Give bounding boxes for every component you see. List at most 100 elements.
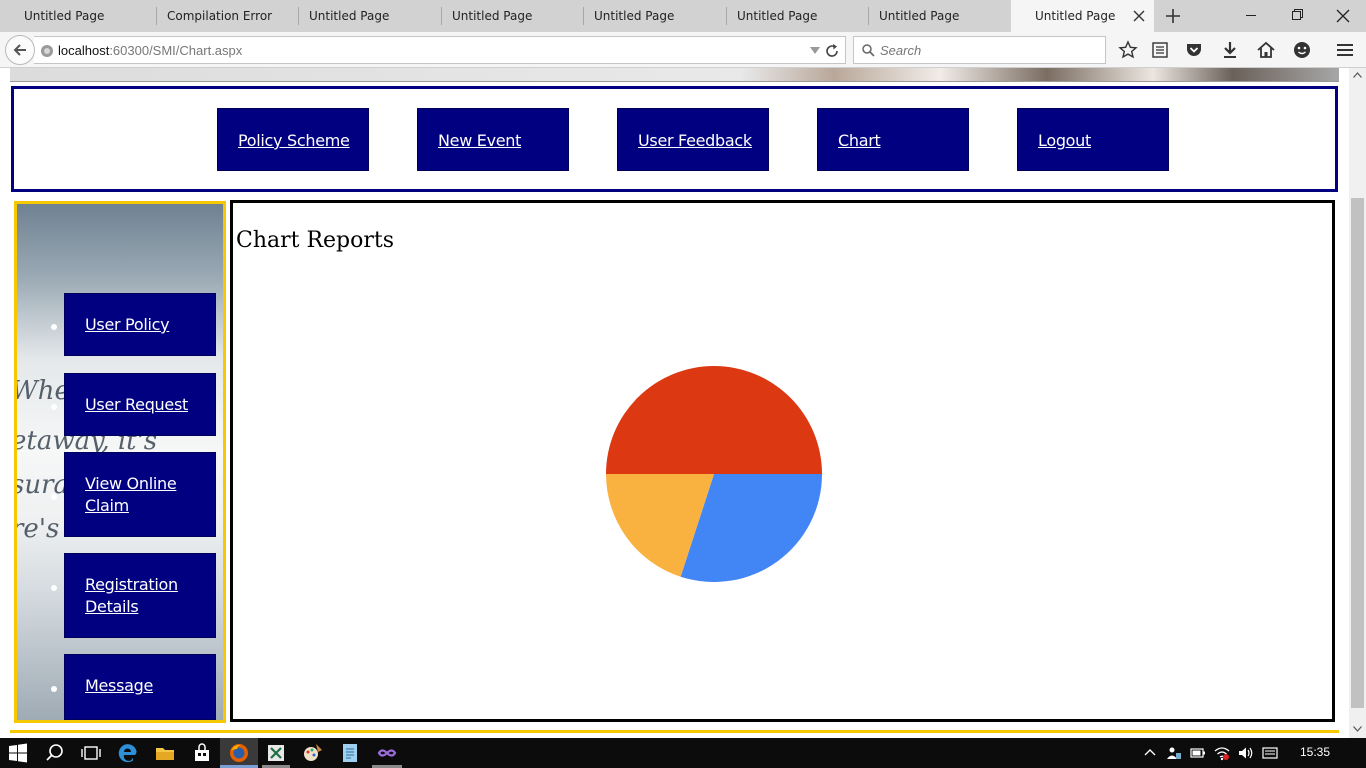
battery-icon[interactable] — [1190, 745, 1206, 761]
address-bar[interactable]: localhost:60300/SMI/Chart.aspx — [34, 36, 846, 64]
scroll-down-icon[interactable] — [1353, 726, 1362, 732]
sidebar-link[interactable]: Message — [85, 675, 153, 697]
tab-title: Untitled Page — [309, 9, 390, 23]
nav-policy-scheme-button[interactable]: Policy Scheme — [217, 108, 369, 171]
browser-tab[interactable]: Untitled Page — [855, 0, 998, 32]
tab-title: Untitled Page — [1035, 9, 1116, 23]
browser-tab-active[interactable]: Untitled Page — [1011, 0, 1154, 32]
browser-tab[interactable]: Untitled Page — [713, 0, 856, 32]
browser-tab[interactable]: Untitled Page — [0, 0, 143, 32]
nav-link[interactable]: Chart — [838, 131, 881, 150]
sidebar-user-request-button[interactable]: User Request — [64, 373, 216, 436]
sidebar-user-policy-button[interactable]: User Policy — [64, 293, 216, 356]
search-icon[interactable] — [44, 742, 66, 764]
edge-browser-icon[interactable] — [117, 742, 139, 764]
sidebar-background-decoration: sura — [14, 470, 70, 500]
tab-title: Untitled Page — [452, 9, 533, 23]
browser-toolbar: localhost:60300/SMI/Chart.aspx Search — [0, 32, 1366, 68]
excel-app-icon[interactable] — [265, 742, 287, 764]
paint-icon[interactable] — [302, 742, 324, 764]
arrow-left-icon — [13, 44, 26, 56]
header-banner-image — [10, 68, 1339, 82]
nav-link[interactable]: User Feedback — [638, 131, 752, 150]
scroll-up-icon[interactable] — [1353, 72, 1362, 78]
sidebar-background-decoration: Whe — [14, 376, 70, 406]
volume-icon[interactable] — [1238, 745, 1254, 761]
taskbar-clock[interactable]: 15:35 — [1300, 745, 1330, 759]
reading-list-icon[interactable] — [1150, 40, 1170, 60]
new-tab-icon[interactable] — [1160, 4, 1186, 28]
sidebar-link[interactable]: User Request — [85, 394, 188, 416]
home-icon[interactable] — [1256, 40, 1276, 60]
tab-title: Untitled Page — [24, 9, 105, 23]
url-host: localhost — [58, 43, 110, 58]
sidebar-registration-details-button[interactable]: Registration Details — [64, 553, 216, 638]
nav-user-feedback-button[interactable]: User Feedback — [617, 108, 769, 171]
nav-link[interactable]: Logout — [1038, 131, 1091, 150]
windows-start-icon[interactable] — [7, 742, 29, 764]
pie-chart — [604, 364, 824, 584]
nav-link[interactable]: Policy Scheme — [238, 131, 350, 150]
sidebar-link[interactable]: User Policy — [85, 314, 170, 336]
browser-tab[interactable]: Untitled Page — [285, 0, 428, 32]
list-bullet — [51, 324, 57, 330]
task-view-icon[interactable] — [80, 742, 102, 764]
download-icon[interactable] — [1220, 40, 1240, 60]
nav-link[interactable]: New Event — [438, 131, 521, 150]
globe-icon[interactable] — [40, 44, 54, 58]
list-bullet — [51, 686, 57, 692]
wifi-icon[interactable] — [1214, 745, 1230, 761]
pocket-icon[interactable] — [1184, 40, 1204, 60]
url-path: :60300/SMI/Chart.aspx — [109, 43, 243, 58]
pie-chart-svg — [606, 366, 822, 582]
notepad-icon[interactable] — [339, 742, 361, 764]
list-bullet — [51, 585, 57, 591]
browser-tab[interactable]: Compilation Error — [143, 0, 286, 32]
back-button[interactable] — [5, 35, 35, 65]
keyboard-icon[interactable] — [1262, 745, 1278, 761]
content-panel: Chart Reports — [230, 200, 1335, 722]
firefox-icon[interactable] — [228, 742, 250, 764]
browser-tab[interactable]: Untitled Page — [428, 0, 571, 32]
close-window-icon[interactable] — [1320, 0, 1366, 32]
page-viewport: Policy Scheme New Event User Feedback Ch… — [0, 68, 1349, 738]
minimize-icon[interactable] — [1228, 0, 1274, 32]
search-icon — [862, 44, 875, 57]
taskbar: 15:35 — [0, 738, 1366, 768]
file-explorer-icon[interactable] — [154, 742, 176, 764]
reload-icon[interactable] — [824, 43, 840, 59]
dropdown-arrow-icon[interactable] — [810, 47, 820, 55]
tab-title: Untitled Page — [879, 9, 960, 23]
nav-logout-button[interactable]: Logout — [1017, 108, 1169, 171]
tab-title: Compilation Error — [167, 9, 273, 23]
search-input[interactable]: Search — [853, 36, 1106, 64]
restore-icon[interactable] — [1274, 0, 1320, 32]
sidebar-link[interactable]: View Online Claim — [85, 473, 195, 517]
sidebar-view-online-claim-button[interactable]: View Online Claim — [64, 452, 216, 537]
bookmark-star-icon[interactable] — [1118, 40, 1138, 60]
tab-title: Untitled Page — [737, 9, 818, 23]
tab-title: Untitled Page — [594, 9, 675, 23]
browser-tab-strip: Untitled Page Compilation Error Untitled… — [0, 0, 1366, 32]
people-icon[interactable] — [1166, 745, 1182, 761]
list-bullet — [51, 494, 57, 500]
vertical-scrollbar[interactable] — [1349, 68, 1366, 738]
page-title: Chart Reports — [236, 228, 395, 253]
visual-studio-icon[interactable] — [376, 742, 398, 764]
chevron-up-icon[interactable] — [1142, 745, 1158, 761]
pie-slice — [606, 366, 822, 474]
sidebar-message-button[interactable]: Message — [64, 654, 216, 720]
url-text: localhost:60300/SMI/Chart.aspx — [58, 43, 242, 58]
sidebar: Whe etaway, it's sura re's User Policy U… — [14, 201, 226, 723]
close-icon[interactable] — [1132, 9, 1146, 23]
sidebar-background-decoration: re's — [14, 514, 60, 544]
store-icon[interactable] — [191, 742, 213, 764]
nav-chart-button[interactable]: Chart — [817, 108, 969, 171]
menu-icon[interactable] — [1335, 40, 1355, 60]
scrollbar-thumb[interactable] — [1351, 198, 1364, 708]
sidebar-link[interactable]: Registration Details — [85, 574, 195, 618]
smiley-icon[interactable] — [1292, 40, 1312, 60]
nav-new-event-button[interactable]: New Event — [417, 108, 569, 171]
list-bullet — [51, 404, 57, 410]
browser-tab[interactable]: Untitled Page — [570, 0, 713, 32]
